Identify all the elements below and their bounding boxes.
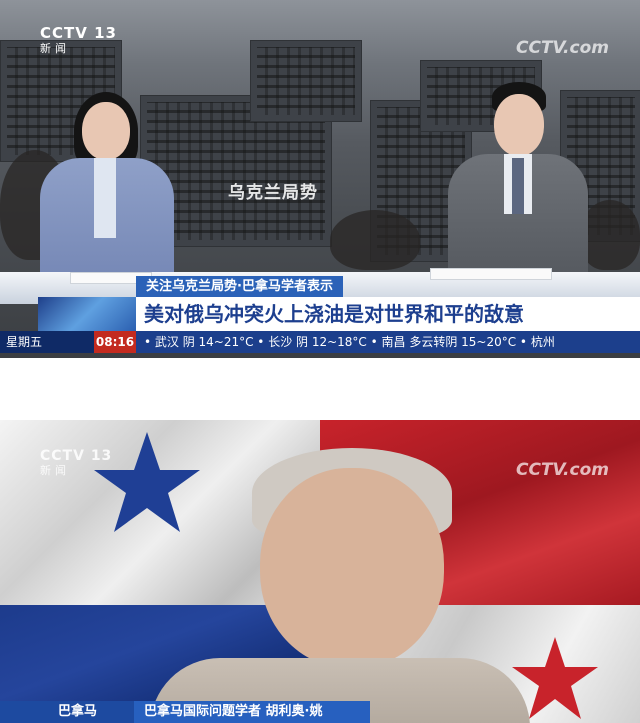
location-label: 巴拿马	[0, 701, 134, 723]
news-studio-frame: CCTV 13 新闻 CCTV.com 乌克兰局势 关注乌克兰局势·巴拿马学者表…	[0, 0, 640, 358]
male-anchor	[448, 82, 588, 282]
lower-third-headline: 美对俄乌冲突火上浇油是对世界和平的敌意	[136, 297, 640, 331]
topic-overlay: 乌克兰局势	[228, 183, 318, 203]
channel-sub: 新闻	[40, 464, 70, 477]
lower-third-kicker: 关注乌克兰局势·巴拿马学者表示	[136, 276, 343, 297]
background-tree	[330, 210, 420, 270]
anchor-face	[82, 102, 130, 160]
anchor-blouse	[94, 158, 116, 238]
news-ticker: 星期五 08:16 • 武汉 阴 14~21°C • 长沙 阴 12~18°C …	[0, 331, 640, 353]
interviewee	[150, 448, 530, 723]
ticker-time: 08:16	[94, 331, 136, 353]
cctv13-logo: CCTV 13 新闻	[40, 448, 112, 478]
interview-frame: CCTV 13 新闻 CCTV.com 巴拿马 巴拿马国际问题学者 胡利奥·姚	[0, 420, 640, 723]
globe-graphic	[38, 297, 136, 331]
channel-number: 13	[90, 448, 113, 464]
anchor-tie	[512, 158, 524, 214]
channel-sub: 新闻	[40, 42, 70, 55]
cctv13-logo: CCTV 13 新闻	[40, 24, 117, 56]
speaker-name-label: 巴拿马国际问题学者 胡利奥·姚	[134, 701, 370, 723]
interviewee-face	[260, 468, 444, 668]
ticker-day: 星期五	[0, 331, 94, 353]
ticker-weather-text: • 武汉 阴 14~21°C • 长沙 阴 12~18°C • 南昌 多云转阴 …	[144, 335, 555, 349]
cctv-watermark: CCTV.com	[516, 460, 609, 480]
cctv-watermark: CCTV.com	[516, 38, 609, 58]
desk-paper	[430, 268, 552, 280]
background-building	[250, 40, 362, 122]
anchor-face	[494, 94, 544, 156]
background-tree	[580, 200, 640, 270]
channel-number: 13	[94, 24, 117, 42]
female-anchor	[38, 92, 178, 282]
